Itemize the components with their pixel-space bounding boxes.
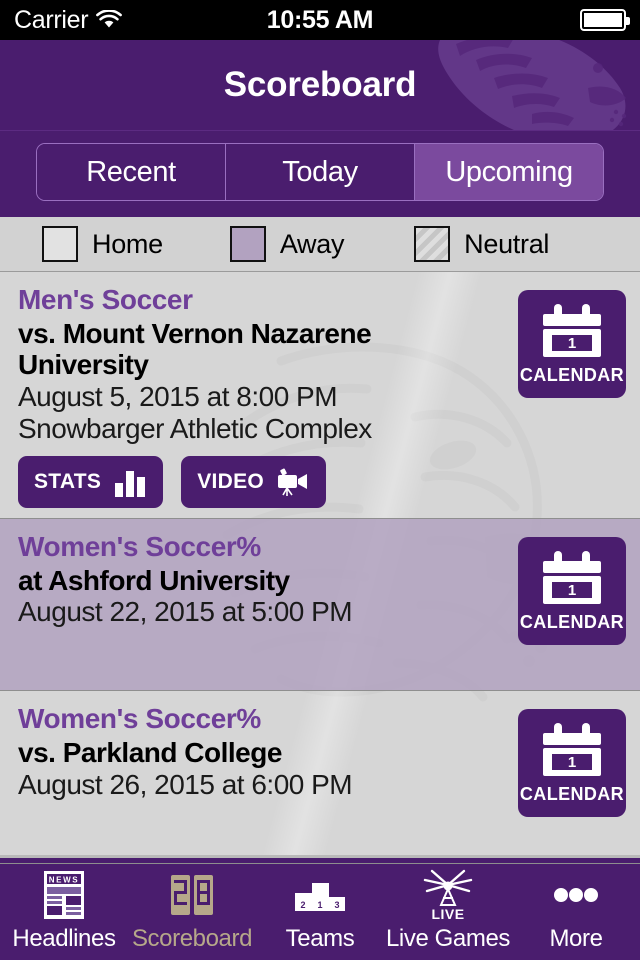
add-to-calendar-button[interactable]: 1 CALENDAR bbox=[518, 536, 626, 645]
page-title: Scoreboard bbox=[223, 65, 417, 104]
opponent-name: at Ashford University bbox=[18, 564, 290, 596]
sport-name: Men's Soccer bbox=[18, 284, 193, 315]
status-bar-left: Carrier bbox=[14, 5, 123, 35]
away-swatch bbox=[229, 226, 266, 262]
tab-teams[interactable]: 2 1 3 Teams bbox=[256, 858, 384, 960]
tab-headlines[interactable]: NEWS Headlines bbox=[0, 858, 128, 960]
tab-scoreboard[interactable]: Scoreboard bbox=[128, 858, 256, 960]
tiger-head-watermark bbox=[438, 40, 627, 130]
tab-label-teams: Teams bbox=[285, 925, 355, 952]
svg-text:1: 1 bbox=[568, 335, 576, 352]
video-button[interactable]: VIDEO bbox=[181, 455, 327, 508]
tab-recent[interactable]: Recent bbox=[37, 144, 226, 200]
list-item[interactable]: Men's Soccer vs. Mount Vernon Nazarene U… bbox=[0, 272, 640, 519]
calendar-button-label: CALENDAR bbox=[519, 611, 625, 632]
tab-today[interactable]: Today bbox=[226, 144, 415, 200]
opponent-name: vs. Mount Vernon Nazarene University bbox=[18, 318, 372, 381]
segmented-control-container: Recent Today Upcoming bbox=[0, 130, 640, 217]
tab-label-scoreboard: Scoreboard bbox=[131, 925, 253, 952]
bottom-tab-bar: NEWS Headlines Scoreboard 2 1 3 Teams LI… bbox=[0, 855, 640, 960]
video-camera-icon bbox=[276, 467, 310, 497]
svg-text:3: 3 bbox=[334, 900, 339, 910]
stats-button[interactable]: STATS bbox=[18, 455, 164, 508]
legend-item-home: Home bbox=[42, 226, 163, 262]
tab-label-more: More bbox=[549, 925, 603, 952]
game-venue: Snowbarger Athletic Complex bbox=[18, 413, 372, 445]
add-to-calendar-button[interactable]: 1 CALENDAR bbox=[518, 709, 626, 818]
game-datetime: August 26, 2015 at 6:00 PM bbox=[18, 768, 353, 800]
game-datetime: August 5, 2015 at 8:00 PM bbox=[18, 380, 338, 412]
game-list[interactable]: Men's Soccer vs. Mount Vernon Nazarene U… bbox=[0, 272, 640, 884]
app-header: Scoreboard bbox=[0, 40, 640, 130]
game-actions: STATS VIDEO bbox=[18, 455, 622, 508]
add-to-calendar-button[interactable]: 1 CALENDAR bbox=[518, 290, 626, 398]
list-item[interactable]: Women's Soccer% vs. Parkland College Aug… bbox=[0, 691, 640, 865]
legend-label-away: Away bbox=[279, 228, 345, 259]
legend-label-home: Home bbox=[92, 228, 163, 259]
tab-upcoming[interactable]: Upcoming bbox=[415, 144, 603, 200]
calendar-button-label: CALENDAR bbox=[519, 365, 625, 385]
calendar-icon: 1 bbox=[537, 721, 607, 783]
svg-text:NEWS: NEWS bbox=[49, 876, 79, 885]
ellipsis-icon bbox=[547, 869, 605, 921]
game-datetime: August 22, 2015 at 5:00 PM bbox=[18, 596, 353, 628]
podium-icon: 2 1 3 bbox=[291, 869, 349, 921]
video-button-label: VIDEO bbox=[197, 469, 265, 493]
calendar-button-label: CALENDAR bbox=[519, 784, 625, 805]
segmented-control[interactable]: Recent Today Upcoming bbox=[36, 143, 604, 201]
battery-full-icon bbox=[580, 9, 630, 31]
status-bar: Carrier 10:55 AM bbox=[0, 0, 640, 40]
legend-item-neutral: Neutral bbox=[414, 226, 549, 262]
tab-live-games[interactable]: LIVE Live Games bbox=[384, 858, 512, 960]
stats-button-label: STATS bbox=[34, 469, 102, 493]
legend-item-away: Away bbox=[229, 226, 345, 262]
scoreboard-digits-icon bbox=[163, 869, 221, 921]
calendar-icon: 1 bbox=[537, 302, 607, 364]
tab-more[interactable]: More bbox=[512, 858, 640, 960]
location-legend: Home Away Neutral bbox=[0, 217, 640, 272]
legend-label-neutral: Neutral bbox=[464, 228, 550, 259]
carrier-label: Carrier bbox=[14, 5, 89, 34]
list-item[interactable]: Women's Soccer% at Ashford University Au… bbox=[0, 518, 640, 692]
neutral-swatch bbox=[414, 226, 451, 262]
tab-label-headlines: Headlines bbox=[12, 925, 116, 952]
sport-name: Women's Soccer% bbox=[18, 530, 261, 562]
bar-chart-icon bbox=[113, 467, 147, 497]
newspaper-icon: NEWS bbox=[35, 869, 93, 921]
opponent-name: vs. Parkland College bbox=[18, 737, 282, 769]
broadcast-live-icon: LIVE bbox=[419, 869, 477, 922]
svg-text:2: 2 bbox=[300, 900, 305, 910]
calendar-icon: 1 bbox=[537, 549, 607, 611]
svg-text:LIVE: LIVE bbox=[431, 906, 464, 921]
tab-label-live-games: Live Games bbox=[385, 925, 511, 952]
status-bar-right bbox=[580, 9, 630, 31]
app-screen: Carrier 10:55 AM Scoreboard Recent Today… bbox=[0, 0, 640, 960]
wifi-icon bbox=[96, 9, 123, 30]
home-swatch bbox=[42, 226, 78, 262]
sport-name: Women's Soccer% bbox=[18, 703, 261, 735]
svg-text:1: 1 bbox=[568, 582, 576, 599]
svg-text:1: 1 bbox=[317, 900, 322, 910]
svg-text:1: 1 bbox=[568, 754, 576, 771]
